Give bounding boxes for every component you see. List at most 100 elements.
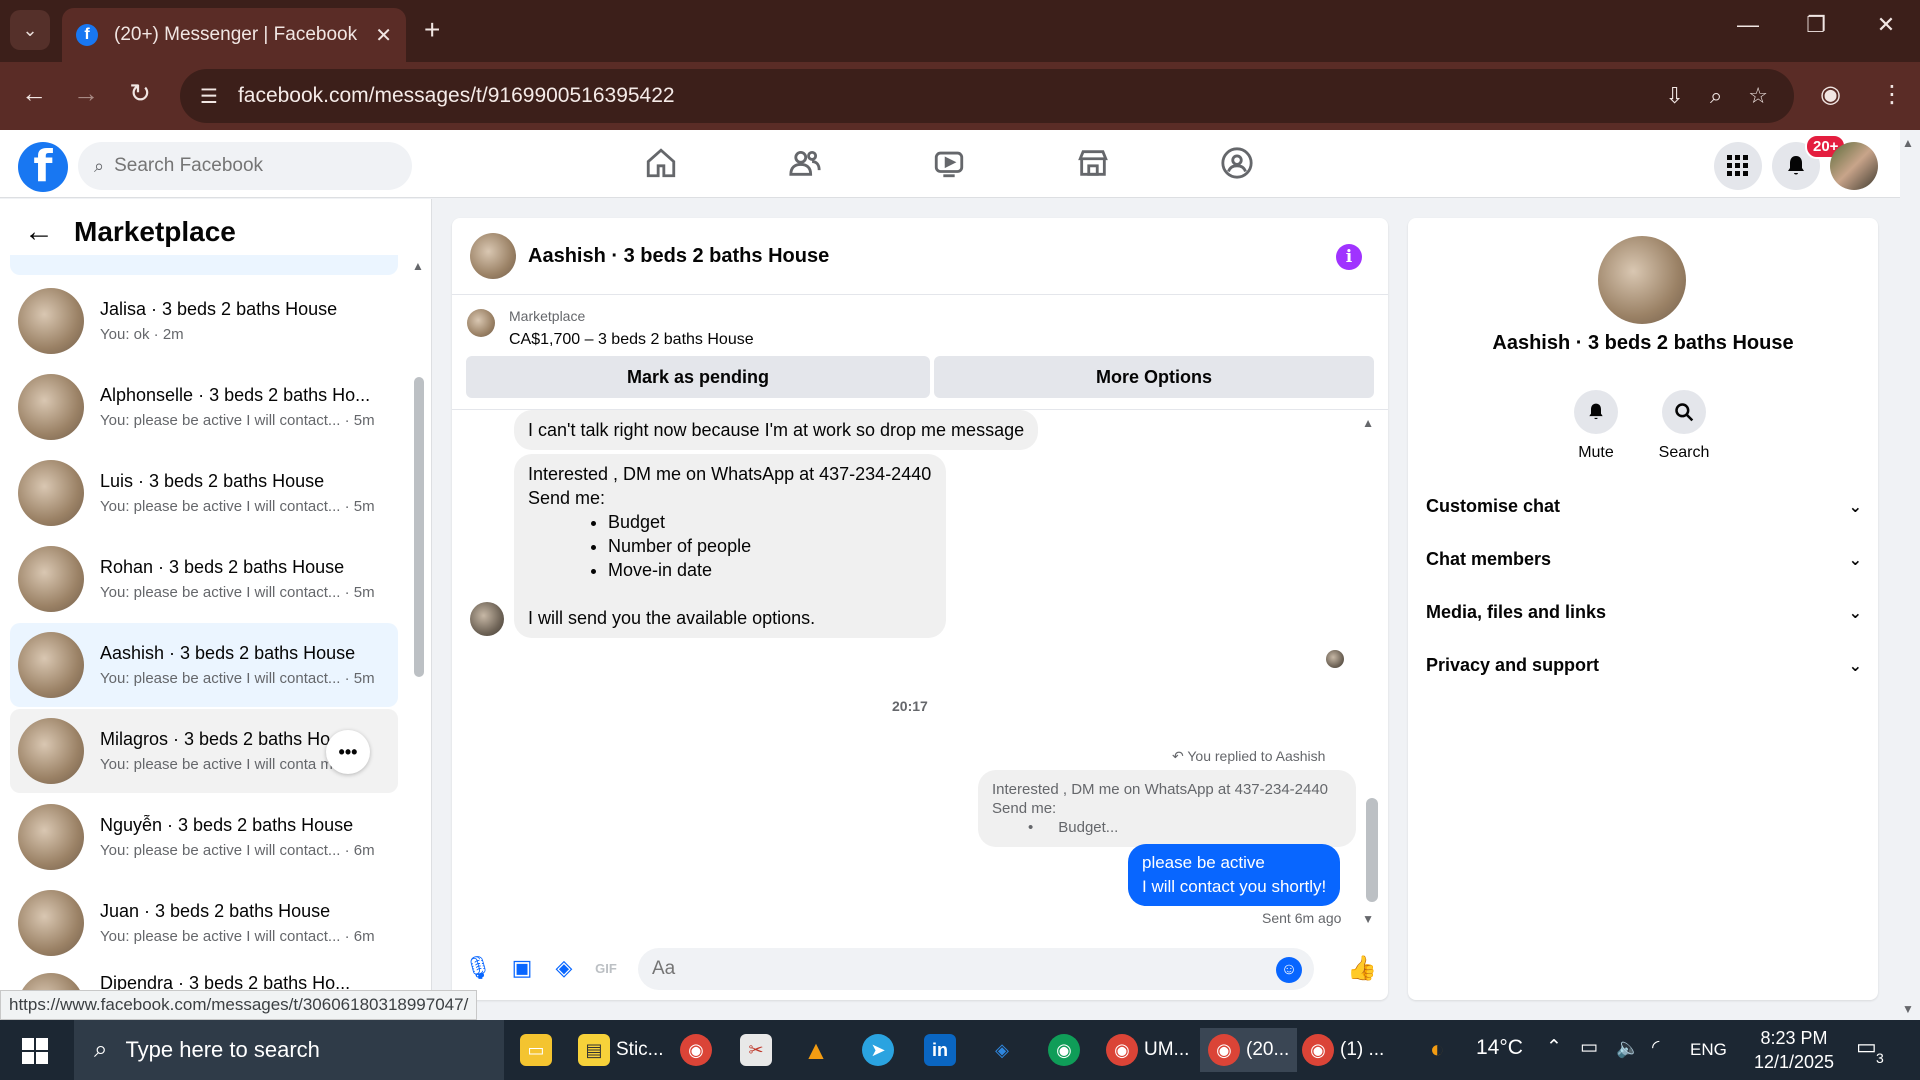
- conversation-preview: You: please be active I will contact... …: [100, 498, 375, 515]
- chat-avatar[interactable]: [470, 233, 516, 279]
- menu-grid-icon[interactable]: [1714, 142, 1762, 190]
- weather-temp[interactable]: 14°C: [1476, 1036, 1523, 1060]
- chat-scrollbar-thumb[interactable]: [1366, 798, 1378, 902]
- conversation-item-active[interactable]: Aashish · 3 beds 2 baths House You: plea…: [10, 623, 398, 707]
- home-icon[interactable]: [644, 146, 680, 182]
- chat-window: Aashish · 3 beds 2 baths House i Marketp…: [452, 218, 1388, 1000]
- wifi-icon[interactable]: ◜: [1652, 1036, 1659, 1059]
- marketplace-icon[interactable]: [1076, 146, 1112, 182]
- chrome-menu-icon[interactable]: ⋮: [1880, 80, 1904, 109]
- conversation-item[interactable]: Luis · 3 beds 2 baths House You: please …: [10, 451, 398, 535]
- conversation-item[interactable]: Alphonselle · 3 beds 2 baths Ho... You: …: [10, 365, 398, 449]
- linkedin-icon[interactable]: in: [924, 1028, 962, 1072]
- telegram-icon[interactable]: ➤: [862, 1028, 900, 1072]
- chat-title[interactable]: Aashish · 3 beds 2 baths House: [528, 245, 829, 268]
- vlc-icon[interactable]: ▲: [800, 1028, 838, 1072]
- quoted-message[interactable]: Interested , DM me on WhatsApp at 437-23…: [978, 770, 1356, 847]
- image-attach-icon[interactable]: ▣: [508, 954, 536, 982]
- zoom-icon[interactable]: ⌕: [1710, 83, 1722, 109]
- snipping-tool-icon[interactable]: ✂: [740, 1028, 778, 1072]
- microphone-icon[interactable]: 🎙: [464, 954, 492, 982]
- gif-icon[interactable]: GIF: [592, 954, 620, 982]
- restore-icon[interactable]: ❐: [1796, 12, 1836, 38]
- omnibox[interactable]: ☰ facebook.com/messages/t/91699005163954…: [180, 69, 1794, 123]
- install-app-icon[interactable]: ⇩: [1666, 83, 1684, 109]
- customise-chat-section[interactable]: Customise chat ⌄: [1426, 496, 1862, 517]
- message-input-box[interactable]: ☺: [638, 948, 1314, 990]
- taskbar-app-sticky-notes[interactable]: ▤ Stic...: [578, 1028, 664, 1072]
- sender-avatar[interactable]: [470, 602, 504, 636]
- language-indicator[interactable]: ENG: [1690, 1040, 1727, 1060]
- chrome-profile-icon[interactable]: ◉: [1048, 1028, 1086, 1072]
- conversation-item[interactable]: Juan · 3 beds 2 baths House You: please …: [10, 881, 398, 965]
- tab-close-icon[interactable]: ✕: [375, 23, 392, 48]
- chat-scroll-down-icon[interactable]: ▼: [1362, 912, 1374, 926]
- forward-icon[interactable]: →: [68, 78, 104, 109]
- chat-members-section[interactable]: Chat members ⌄: [1426, 549, 1862, 570]
- taskbar-app-label: Stic...: [616, 1039, 664, 1060]
- browser-tab[interactable]: f (20+) Messenger | Facebook ✕: [62, 8, 406, 62]
- facebook-logo-icon[interactable]: f: [18, 142, 68, 192]
- info-icon[interactable]: i: [1336, 244, 1362, 270]
- taskbar-app-chrome-um[interactable]: ◉ UM...: [1106, 1028, 1189, 1072]
- sticker-icon[interactable]: ◈: [550, 954, 578, 982]
- search-conversation-button[interactable]: Search: [1644, 390, 1724, 462]
- mute-button[interactable]: Mute: [1556, 390, 1636, 462]
- chevron-up-icon[interactable]: ⌃: [1546, 1036, 1562, 1059]
- chat-scroll-up-icon[interactable]: ▲: [1362, 416, 1374, 430]
- page-scroll-up-icon[interactable]: ▲: [1902, 136, 1914, 150]
- battery-icon[interactable]: ▭: [1580, 1036, 1598, 1059]
- back-icon[interactable]: ←: [16, 78, 52, 109]
- facebook-search-input[interactable]: [114, 155, 375, 177]
- details-name: Aashish · 3 beds 2 baths House: [1492, 332, 1794, 354]
- account-avatar[interactable]: [1830, 142, 1878, 190]
- profile-icon[interactable]: ◉: [1820, 80, 1841, 109]
- incoming-message[interactable]: I can't talk right now because I'm at wo…: [514, 410, 1039, 450]
- weather-icon[interactable]: ◐: [1430, 1036, 1445, 1064]
- listing-thumbnail[interactable]: [467, 309, 495, 337]
- emoji-icon[interactable]: ☺: [1276, 957, 1302, 983]
- page-scroll-down-icon[interactable]: ▼: [1902, 1002, 1914, 1016]
- media-files-links-section[interactable]: Media, files and links ⌄: [1426, 602, 1862, 623]
- security-shield-icon[interactable]: ◈: [986, 1028, 1024, 1072]
- conversation-more-options-icon[interactable]: •••: [326, 730, 370, 774]
- close-window-icon[interactable]: ✕: [1866, 12, 1906, 38]
- incoming-message-options[interactable]: Interested , DM me on WhatsApp at 437-23…: [514, 454, 946, 638]
- windows-start-icon[interactable]: [22, 1038, 48, 1064]
- taskbar-search[interactable]: ⌕ Type here to search: [74, 1020, 504, 1080]
- file-explorer-icon[interactable]: ▭: [520, 1028, 558, 1072]
- left-scrollbar-thumb[interactable]: [414, 377, 424, 677]
- tab-search-chevron-icon[interactable]: ⌄: [10, 10, 50, 50]
- groups-icon[interactable]: [1220, 146, 1256, 182]
- outgoing-message[interactable]: please be active I will contact you shor…: [1128, 844, 1341, 906]
- conversation-item[interactable]: Jalisa · 3 beds 2 baths House You: ok · …: [10, 279, 398, 363]
- site-info-icon[interactable]: ☰: [200, 84, 218, 109]
- url-text[interactable]: facebook.com/messages/t/9169900516395422: [238, 84, 1666, 108]
- like-thumb-icon[interactable]: 👍: [1347, 954, 1377, 982]
- conversation-item[interactable]: Rohan · 3 beds 2 baths House You: please…: [10, 537, 398, 621]
- reply-indicator-text: You replied to Aashish: [1187, 748, 1326, 764]
- video-icon[interactable]: [932, 146, 968, 182]
- notification-center-icon[interactable]: ▭: [1856, 1034, 1877, 1060]
- reload-icon[interactable]: ↻: [122, 78, 158, 109]
- back-arrow-icon[interactable]: ←: [24, 215, 54, 249]
- message-input[interactable]: [652, 958, 1252, 980]
- conversation-preview: You: please be active I will contact... …: [100, 928, 375, 945]
- privacy-support-section[interactable]: Privacy and support ⌄: [1426, 655, 1862, 676]
- listing-price[interactable]: CA$1,700 – 3 beds 2 baths House: [509, 331, 754, 349]
- conversation-item[interactable]: Nguyễn · 3 beds 2 baths House You: pleas…: [10, 795, 398, 879]
- scroll-up-arrow-icon[interactable]: ▲: [412, 259, 424, 273]
- chrome-icon[interactable]: ◉: [680, 1028, 718, 1072]
- more-options-button[interactable]: More Options: [934, 356, 1374, 398]
- friends-icon[interactable]: [788, 146, 824, 182]
- new-tab-icon[interactable]: +: [424, 14, 440, 46]
- bookmark-star-icon[interactable]: ☆: [1748, 83, 1768, 109]
- facebook-search[interactable]: ⌕: [78, 142, 412, 190]
- minimize-icon[interactable]: —: [1728, 12, 1768, 38]
- details-avatar[interactable]: [1598, 236, 1686, 324]
- volume-icon[interactable]: 🔈: [1616, 1036, 1640, 1060]
- taskbar-app-chrome-active[interactable]: ◉ (20...: [1200, 1028, 1298, 1072]
- system-clock[interactable]: 8:23 PM 12/1/2025: [1744, 1026, 1844, 1074]
- mark-as-pending-button[interactable]: Mark as pending: [466, 356, 930, 398]
- taskbar-app-chrome-other[interactable]: ◉ (1) ...: [1302, 1028, 1384, 1072]
